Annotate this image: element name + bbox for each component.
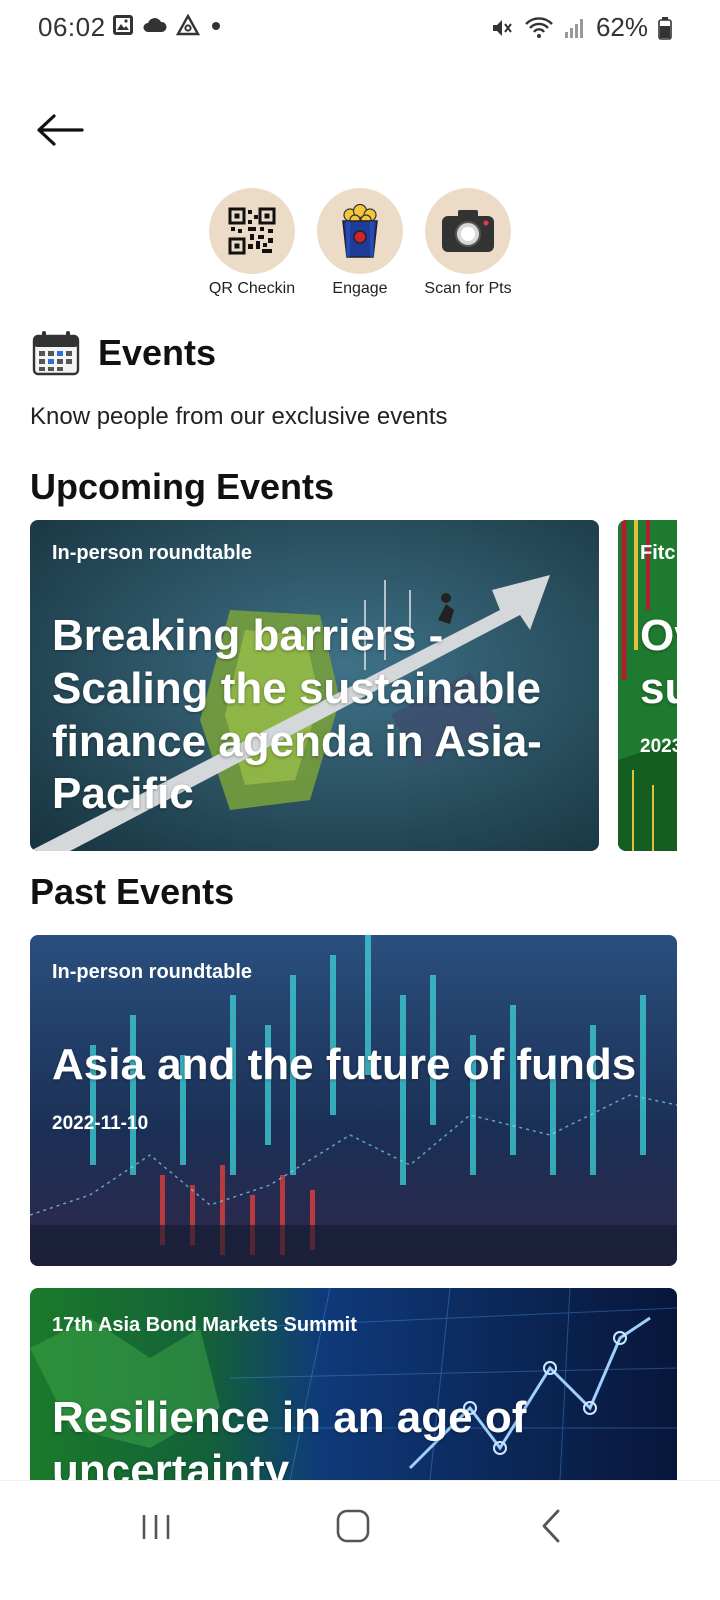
cloud-icon — [143, 18, 167, 32]
back-button[interactable] — [34, 108, 86, 152]
status-time: 06:02 — [38, 12, 106, 42]
upcoming-event-card-partial[interactable]: Fitc Ov su 2023 — [618, 520, 677, 851]
upcoming-events-title: Upcoming Events — [30, 466, 335, 507]
quick-actions: QR Checkin Engage Scan for Pts — [0, 188, 720, 298]
qr-checkin-button[interactable]: QR Checkin — [209, 188, 295, 298]
dot-icon — [212, 22, 220, 30]
event-type-tag: In-person roundtable — [52, 961, 252, 983]
back-nav-button[interactable] — [536, 1507, 566, 1545]
past-event-card[interactable]: 17th Asia Bond Markets Summit Resilience… — [30, 1288, 677, 1480]
engage-circle — [317, 188, 403, 274]
system-navigation-bar — [0, 1480, 720, 1600]
event-date: 2023 — [640, 736, 677, 757]
battery-icon — [658, 16, 672, 40]
home-button[interactable] — [334, 1507, 372, 1545]
qr-code-icon — [228, 207, 276, 255]
engage-button[interactable]: Engage — [317, 188, 403, 298]
gallery-icon — [113, 15, 133, 35]
popcorn-icon — [342, 203, 378, 258]
scan-for-pts-label: Scan for Pts — [424, 280, 512, 297]
qr-checkin-label: QR Checkin — [208, 280, 296, 297]
event-type-tag: In-person roundtable — [52, 542, 252, 564]
signal-icon — [564, 18, 583, 38]
battery-percent: 62% — [595, 12, 648, 42]
wifi-icon — [525, 16, 553, 38]
scan-for-pts-button[interactable]: Scan for Pts — [424, 188, 512, 298]
events-header: Events — [32, 330, 216, 376]
events-title: Events — [98, 332, 217, 373]
event-title: Resilience in an age of uncertainty — [52, 1393, 527, 1480]
event-type-tag: Fitc — [640, 542, 676, 564]
event-title: Asia and the future of funds — [52, 1040, 637, 1089]
upcoming-event-card[interactable]: In-person roundtable Breaking barriers -… — [30, 520, 599, 851]
engage-label: Engage — [332, 280, 388, 297]
event-title: Ov su — [640, 611, 677, 713]
mute-icon — [492, 19, 512, 36]
recent-apps-button[interactable] — [138, 1509, 174, 1545]
events-subtitle: Know people from our exclusive events — [30, 403, 448, 430]
event-type-tag: 17th Asia Bond Markets Summit — [52, 1314, 357, 1336]
past-event-card[interactable]: In-person roundtable Asia and the future… — [30, 935, 677, 1266]
scan-for-pts-circle — [425, 188, 511, 274]
event-title: Breaking barriers - Scaling the sustaina… — [52, 611, 542, 819]
qr-checkin-circle — [209, 188, 295, 274]
card-background-image — [30, 935, 677, 1266]
status-bar: 06:02 62% — [0, 0, 720, 56]
calendar-icon — [32, 331, 80, 376]
triangle-app-icon — [176, 14, 200, 36]
camera-icon — [442, 210, 494, 252]
arrow-left-icon — [37, 114, 84, 146]
past-events-title: Past Events — [30, 871, 235, 912]
event-date: 2022-11-10 — [52, 1113, 149, 1134]
